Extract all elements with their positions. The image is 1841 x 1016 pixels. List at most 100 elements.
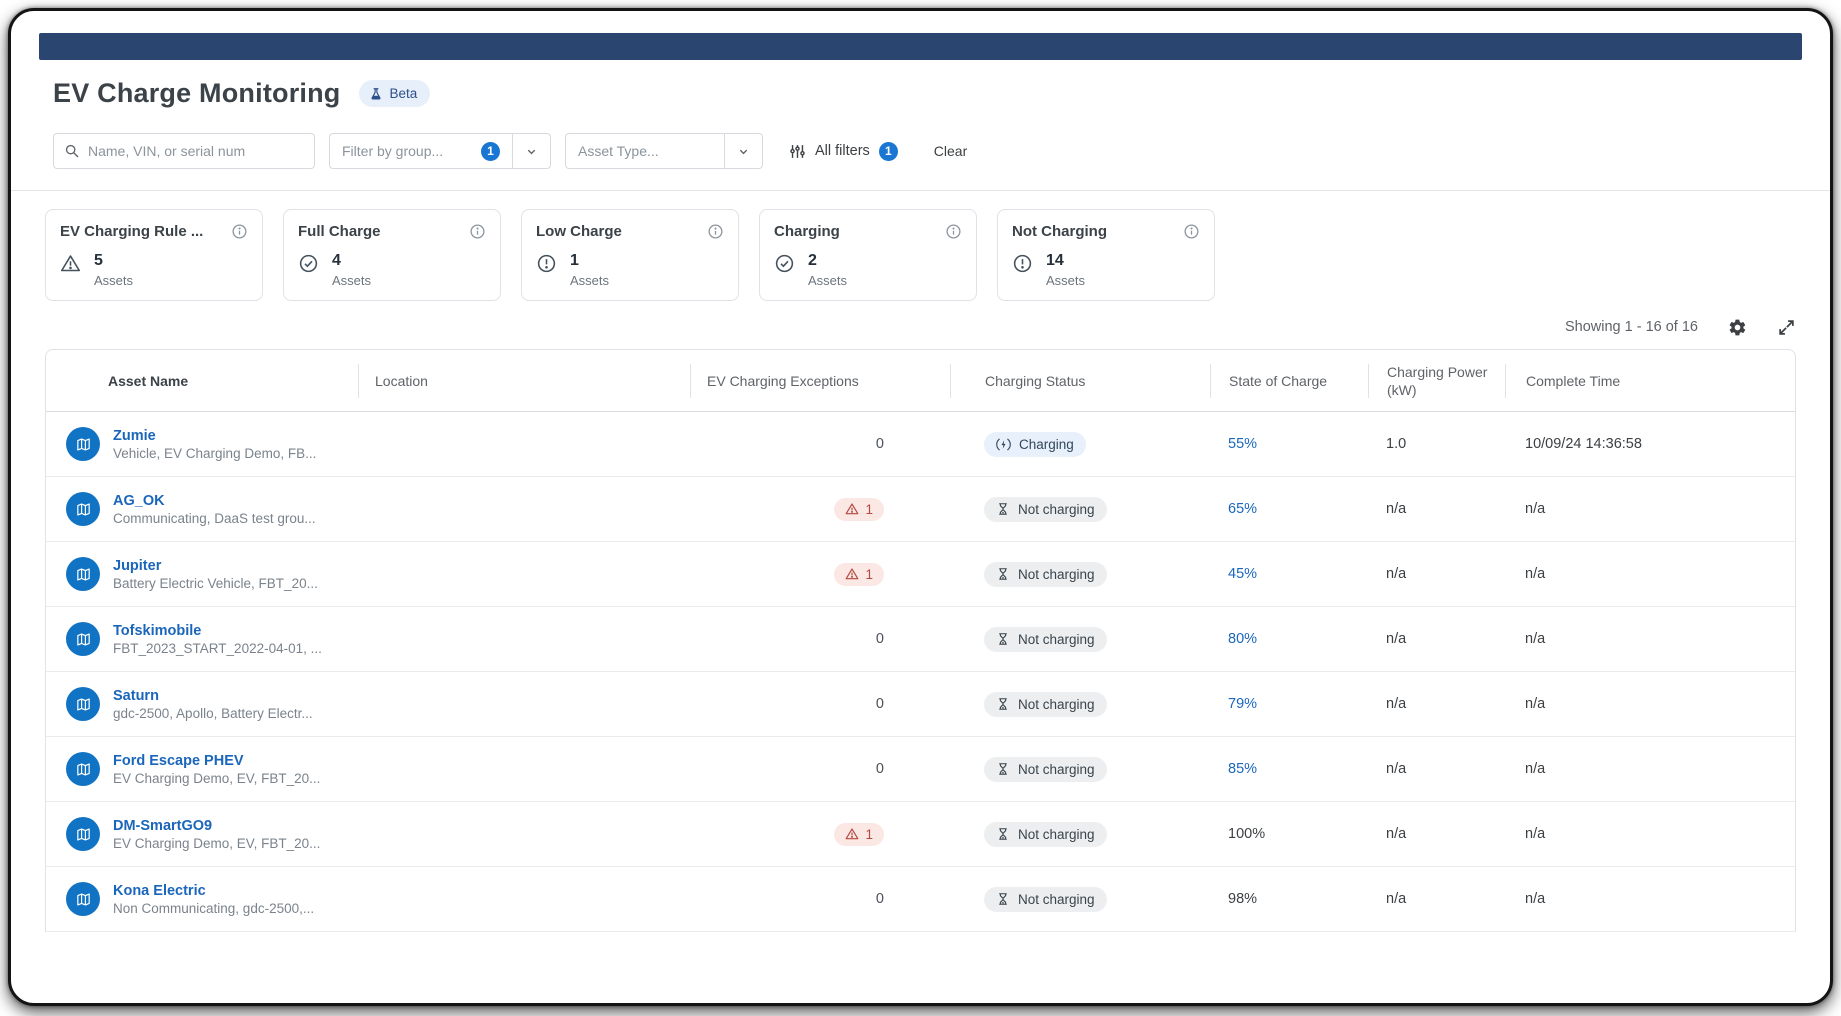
complete-time-value: n/a [1505, 826, 1795, 842]
table-row[interactable]: Tofskimobile FBT_2023_START_2022-04-01, … [46, 607, 1795, 672]
info-icon[interactable] [1183, 223, 1200, 240]
summary-card-unit: Assets [332, 273, 371, 288]
summary-card-value: 4 [332, 252, 371, 270]
search-box[interactable] [53, 133, 315, 169]
exceptions-count: 0 [876, 761, 884, 777]
charging-status-label: Not charging [1018, 892, 1095, 907]
summary-card-value: 14 [1046, 252, 1085, 270]
gear-icon[interactable] [1728, 318, 1747, 337]
top-navigation-bar [39, 33, 1802, 60]
group-filter-count-badge: 1 [481, 142, 500, 161]
charging-power-value: 1.0 [1368, 436, 1505, 452]
summary-card[interactable]: Low Charge 1 Assets [521, 209, 739, 301]
warning-triangle-icon [845, 502, 859, 516]
asset-type-toggle[interactable] [724, 134, 762, 168]
search-input[interactable] [88, 143, 304, 159]
column-header-state-of-charge[interactable]: State of Charge [1210, 364, 1368, 398]
title-row: EV Charge Monitoring Beta [53, 78, 1796, 109]
info-icon[interactable] [231, 223, 248, 240]
search-icon [64, 143, 80, 159]
state-of-charge-value[interactable]: 80% [1228, 631, 1257, 647]
warning-triangle-icon [845, 827, 859, 841]
complete-time-value: 10/09/24 14:36:58 [1505, 436, 1795, 452]
info-icon[interactable] [945, 223, 962, 240]
charging-status-chip: Not charging [984, 627, 1107, 652]
exceptions-cell: 0 [690, 696, 950, 712]
asset-avatar [66, 492, 100, 526]
summary-card[interactable]: Full Charge 4 Assets [283, 209, 501, 301]
hourglass-icon [996, 827, 1010, 841]
charging-status-label: Charging [1019, 437, 1074, 452]
summary-card-title: Not Charging [1012, 223, 1107, 240]
app-window: EV Charge Monitoring Beta Filter by grou… [8, 8, 1833, 1006]
state-of-charge-value[interactable]: 45% [1228, 566, 1257, 582]
table-row[interactable]: Zumie Vehicle, EV Charging Demo, FB... 0… [46, 412, 1795, 477]
asset-subtitle: EV Charging Demo, EV, FBT_20... [113, 771, 320, 786]
asset-subtitle: Vehicle, EV Charging Demo, FB... [113, 446, 316, 461]
column-header-location[interactable]: Location [358, 364, 690, 398]
table-controls: Showing 1 - 16 of 16 [45, 307, 1796, 347]
asset-avatar [66, 882, 100, 916]
asset-name-link[interactable]: Tofskimobile [113, 623, 201, 639]
clear-filters-button[interactable]: Clear [934, 143, 967, 159]
table-row[interactable]: AG_OK Communicating, DaaS test grou... 1… [46, 477, 1795, 542]
summary-cards-row: EV Charging Rule ... 5 Assets Full Charg… [45, 209, 1796, 301]
expand-icon[interactable] [1777, 318, 1796, 337]
state-of-charge-value[interactable]: 79% [1228, 696, 1257, 712]
group-select-toggle[interactable] [512, 134, 550, 168]
charging-power-value: n/a [1368, 826, 1505, 842]
exception-alert-badge[interactable]: 1 [834, 498, 884, 521]
flask-icon [369, 87, 383, 101]
complete-time-value: n/a [1505, 891, 1795, 907]
asset-type-select[interactable]: Asset Type... [565, 133, 763, 169]
column-header-asset-name[interactable]: Asset Name [46, 364, 358, 398]
info-icon[interactable] [707, 223, 724, 240]
asset-name-link[interactable]: Ford Escape PHEV [113, 753, 244, 769]
asset-name-link[interactable]: DM-SmartGO9 [113, 818, 212, 834]
state-of-charge-value[interactable]: 55% [1228, 436, 1257, 452]
all-filters-count-badge: 1 [879, 142, 898, 161]
asset-avatar [66, 557, 100, 591]
charging-status-chip: Not charging [984, 497, 1107, 522]
map-icon [75, 566, 92, 583]
filter-by-group-select[interactable]: Filter by group... 1 [329, 133, 551, 169]
exception-alert-badge[interactable]: 1 [834, 823, 884, 846]
table-row[interactable]: Ford Escape PHEV EV Charging Demo, EV, F… [46, 737, 1795, 802]
state-of-charge-value[interactable]: 85% [1228, 761, 1257, 777]
all-filters-button[interactable]: All filters 1 [789, 142, 898, 161]
column-header-complete-time[interactable]: Complete Time [1505, 364, 1795, 398]
charging-status-chip: Not charging [984, 757, 1107, 782]
asset-name-link[interactable]: Saturn [113, 688, 159, 704]
asset-subtitle: Communicating, DaaS test grou... [113, 511, 316, 526]
info-icon[interactable] [469, 223, 486, 240]
table-row[interactable]: DM-SmartGO9 EV Charging Demo, EV, FBT_20… [46, 802, 1795, 867]
warning-triangle-icon [60, 253, 81, 274]
asset-avatar [66, 817, 100, 851]
charging-status-label: Not charging [1018, 827, 1095, 842]
table-row[interactable]: Jupiter Battery Electric Vehicle, FBT_20… [46, 542, 1795, 607]
map-icon [75, 436, 92, 453]
charging-status-label: Not charging [1018, 632, 1095, 647]
summary-card[interactable]: EV Charging Rule ... 5 Assets [45, 209, 263, 301]
asset-name-link[interactable]: Zumie [113, 428, 156, 444]
column-header-ev-charging-exceptions[interactable]: EV Charging Exceptions [690, 364, 950, 398]
state-of-charge-value[interactable]: 100% [1228, 826, 1265, 842]
summary-card[interactable]: Charging 2 Assets [759, 209, 977, 301]
asset-type-placeholder: Asset Type... [578, 143, 659, 159]
assets-table: Asset Name Location EV Charging Exceptio… [45, 349, 1796, 932]
asset-name-link[interactable]: AG_OK [113, 493, 165, 509]
column-header-charging-status[interactable]: Charging Status [950, 364, 1210, 398]
charging-status-chip: Charging [984, 432, 1086, 457]
asset-name-link[interactable]: Jupiter [113, 558, 161, 574]
table-row[interactable]: Kona Electric Non Communicating, gdc-250… [46, 867, 1795, 932]
column-header-charging-power[interactable]: Charging Power (kW) [1368, 364, 1488, 398]
table-row[interactable]: Saturn gdc-2500, Apollo, Battery Electr.… [46, 672, 1795, 737]
charging-status-chip: Not charging [984, 887, 1107, 912]
state-of-charge-value[interactable]: 98% [1228, 891, 1257, 907]
exception-alert-badge[interactable]: 1 [834, 563, 884, 586]
summary-card[interactable]: Not Charging 14 Assets [997, 209, 1215, 301]
state-of-charge-value[interactable]: 65% [1228, 501, 1257, 517]
asset-name-link[interactable]: Kona Electric [113, 883, 206, 899]
summary-card-unit: Assets [1046, 273, 1085, 288]
pagination-summary: Showing 1 - 16 of 16 [1565, 319, 1698, 335]
